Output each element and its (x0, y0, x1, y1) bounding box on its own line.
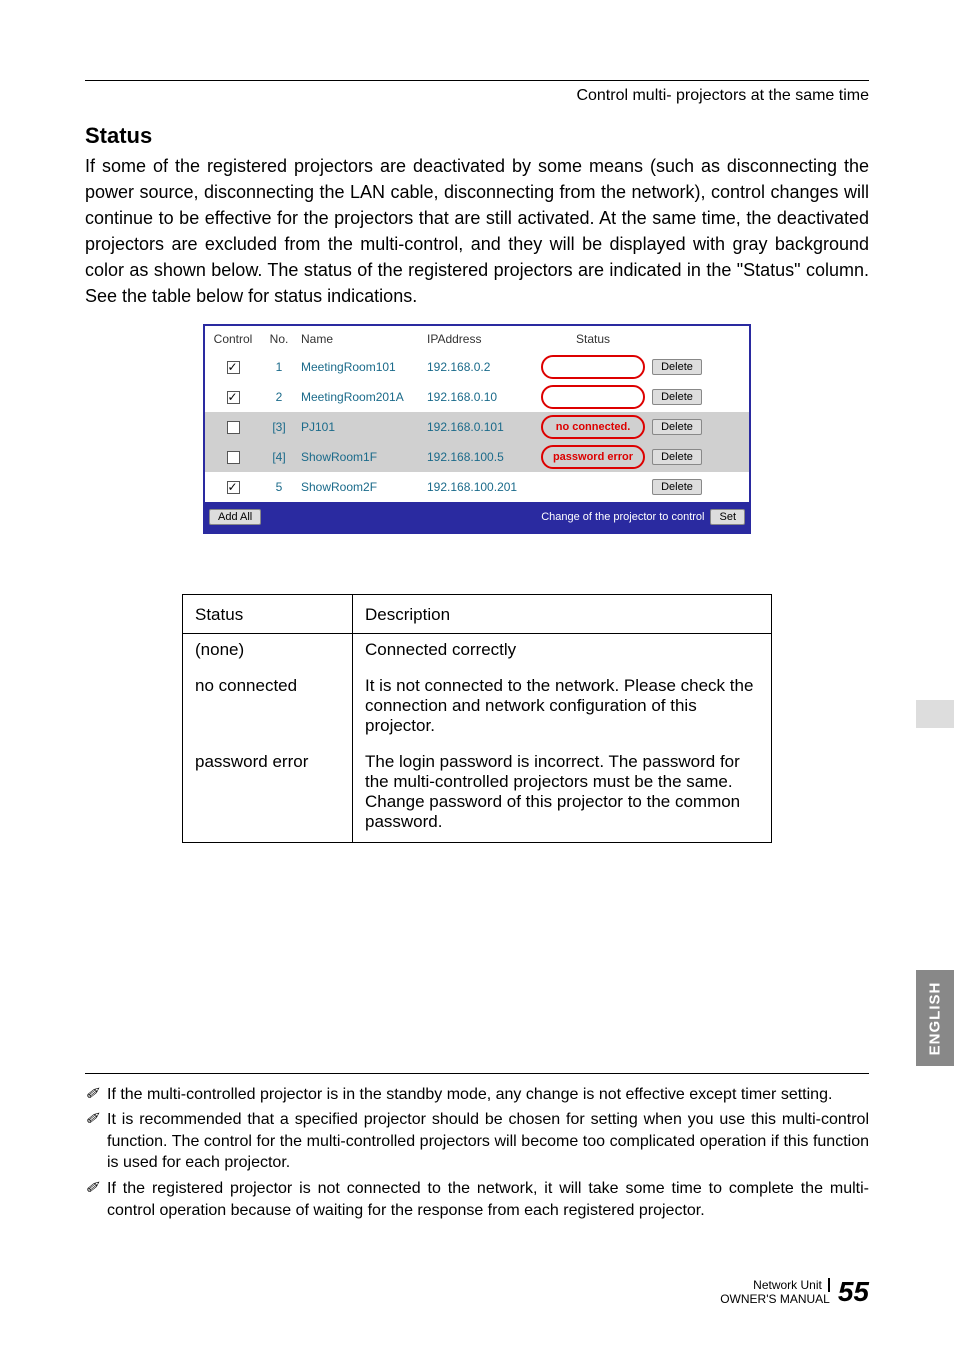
status-cell: no connected. (539, 415, 647, 439)
footer-line1: Network Unit (720, 1278, 830, 1292)
status-highlight (541, 355, 645, 379)
control-checkbox[interactable] (227, 361, 240, 374)
delete-cell: Delete (647, 449, 707, 465)
page-content: Control multi- projectors at the same ti… (0, 0, 954, 1352)
pencil-icon: ✐ (85, 1084, 107, 1106)
projector-table-footer: Add All Change of the projector to contr… (205, 502, 749, 532)
note-text: If the registered projector is not conne… (107, 1178, 869, 1221)
delete-cell: Delete (647, 359, 707, 375)
control-checkbox[interactable] (227, 421, 240, 434)
section-paragraph: If some of the registered projectors are… (85, 153, 869, 310)
control-checkbox[interactable] (227, 391, 240, 404)
projector-table-header: Control No. Name IPAddress Status (205, 326, 749, 352)
breadcrumb: Control multi- projectors at the same ti… (85, 87, 869, 105)
pencil-icon: ✐ (85, 1109, 107, 1174)
col-status: Status (539, 332, 647, 346)
delete-cell: Delete (647, 389, 707, 405)
note-item: ✐If the registered projector is not conn… (85, 1178, 869, 1221)
name-cell: PJ101 (297, 420, 427, 434)
control-cell (205, 389, 261, 403)
no-cell: 2 (261, 390, 297, 404)
delete-cell: Delete (647, 419, 707, 435)
control-checkbox[interactable] (227, 481, 240, 494)
ip-cell: 192.168.0.101 (427, 420, 539, 434)
no-cell: [4] (261, 450, 297, 464)
notes-section: ✐If the multi-controlled projector is in… (85, 1084, 869, 1222)
projector-row: [3]PJ101192.168.0.101no connected. Delete (205, 412, 749, 442)
projector-row: 2MeetingRoom201A192.168.0.10 Delete (205, 382, 749, 412)
description-value: It is not connected to the network. Plea… (353, 670, 772, 746)
table-header-row: Status Description (183, 594, 772, 633)
delete-button[interactable]: Delete (652, 449, 702, 465)
note-item: ✐It is recommended that a specified proj… (85, 1109, 869, 1174)
name-cell: ShowRoom1F (297, 450, 427, 464)
change-projector-label: Change of the projector to control (541, 511, 704, 523)
set-button[interactable]: Set (710, 509, 745, 525)
projector-row: 1MeetingRoom101192.168.0.2 Delete (205, 352, 749, 382)
status-description-table: Status Description (none)Connected corre… (182, 594, 772, 843)
table-row: (none)Connected correctly (183, 633, 772, 670)
status-highlight: no connected. (541, 415, 645, 439)
status-value: password error (183, 746, 353, 843)
delete-button[interactable]: Delete (652, 359, 702, 375)
delete-cell: Delete (647, 479, 707, 495)
col-ip: IPAddress (427, 332, 539, 346)
name-cell: ShowRoom2F (297, 480, 427, 494)
col-no: No. (261, 332, 297, 346)
control-cell (205, 449, 261, 463)
control-cell (205, 419, 261, 433)
no-cell: 5 (261, 480, 297, 494)
status-cell (539, 355, 647, 379)
status-cell: password error (539, 445, 647, 469)
projector-row: [4]ShowRoom1F192.168.100.5password error… (205, 442, 749, 472)
control-cell (205, 359, 261, 373)
name-cell: MeetingRoom201A (297, 390, 427, 404)
delete-button[interactable]: Delete (652, 389, 702, 405)
add-all-button[interactable]: Add All (209, 509, 261, 525)
col-control: Control (205, 332, 261, 346)
page-footer: Network Unit OWNER'S MANUAL 55 (720, 1276, 869, 1308)
header-status: Status (183, 594, 353, 633)
delete-button[interactable]: Delete (652, 419, 702, 435)
notes-divider (85, 1073, 869, 1074)
col-name: Name (297, 332, 427, 346)
header-description: Description (353, 594, 772, 633)
delete-button[interactable]: Delete (652, 479, 702, 495)
header-divider (85, 80, 869, 81)
table-row: password errorThe login password is inco… (183, 746, 772, 843)
table-row: no connectedIt is not connected to the n… (183, 670, 772, 746)
control-checkbox[interactable] (227, 451, 240, 464)
status-value: (none) (183, 633, 353, 670)
section-title: Status (85, 123, 869, 149)
page-number: 55 (838, 1276, 869, 1308)
projector-table: Control No. Name IPAddress Status 1Meeti… (203, 324, 751, 534)
status-highlight (541, 385, 645, 409)
description-value: Connected correctly (353, 633, 772, 670)
description-value: The login password is incorrect. The pas… (353, 746, 772, 843)
name-cell: MeetingRoom101 (297, 360, 427, 374)
no-cell: 1 (261, 360, 297, 374)
ip-cell: 192.168.0.2 (427, 360, 539, 374)
control-cell (205, 479, 261, 493)
status-value: no connected (183, 670, 353, 746)
no-cell: [3] (261, 420, 297, 434)
status-cell (539, 385, 647, 409)
note-text: It is recommended that a specified proje… (107, 1109, 869, 1174)
ip-cell: 192.168.100.201 (427, 480, 539, 494)
note-item: ✐If the multi-controlled projector is in… (85, 1084, 869, 1106)
projector-row: 5ShowRoom2F192.168.100.201 Delete (205, 472, 749, 502)
footer-text: Network Unit OWNER'S MANUAL (720, 1278, 830, 1307)
note-text: If the multi-controlled projector is in … (107, 1084, 869, 1106)
footer-line2: OWNER'S MANUAL (720, 1292, 830, 1306)
ip-cell: 192.168.0.10 (427, 390, 539, 404)
status-highlight: password error (541, 445, 645, 469)
ip-cell: 192.168.100.5 (427, 450, 539, 464)
pencil-icon: ✐ (85, 1178, 107, 1221)
